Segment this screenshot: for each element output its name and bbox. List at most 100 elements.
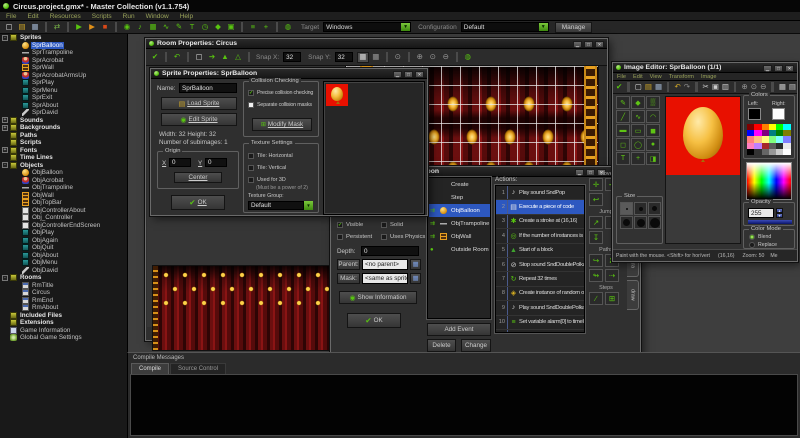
event-row[interactable]: ● Outside Room [428, 243, 490, 256]
tree-item[interactable]: + Sounds [0, 116, 127, 125]
sprite-thumbnail[interactable] [326, 84, 348, 106]
manage-button[interactable]: Manage [554, 21, 593, 33]
tree-item[interactable]: ObjDavid [0, 266, 127, 275]
stop-icon[interactable]: ■ [99, 22, 111, 33]
center-button[interactable]: Center [174, 172, 222, 183]
tile-vertical-checkbox[interactable]: Tile: Vertical [248, 165, 286, 171]
editor-toolbar-icon[interactable]: ⊙ [750, 82, 758, 93]
jump-random-icon[interactable]: ↧ [589, 231, 603, 244]
curve-icon[interactable]: ◠ [646, 110, 660, 123]
tree-item[interactable]: ObjAgain [0, 236, 127, 245]
action-row[interactable]: 1 ♪ Play sound SndPop [496, 186, 584, 201]
origin-y-field[interactable]: 0 [205, 158, 227, 167]
minimize-icon[interactable]: ▁ [393, 71, 402, 78]
editor-toolbar-icon[interactable]: ✂ [702, 82, 710, 93]
expand-toggle-icon[interactable] [2, 140, 8, 146]
expand-toggle-icon[interactable] [14, 252, 20, 258]
tree-item[interactable]: ObjWall [0, 191, 127, 200]
menu-item[interactable]: Edit [633, 74, 643, 80]
right-color-swatch[interactable] [772, 108, 785, 120]
room-toolbar-icon[interactable]: ↶ [171, 52, 183, 63]
configuration-dropdown[interactable]: Default ▼ [460, 22, 549, 32]
menu-item[interactable]: Run [123, 13, 135, 20]
create-background-icon[interactable]: ▦ [147, 22, 159, 33]
action-row[interactable]: 3 ✱ Create a stroke at (16,16) [496, 214, 584, 230]
expand-toggle-icon[interactable] [14, 222, 20, 228]
expand-toggle-icon[interactable] [14, 200, 20, 206]
filled-rectangle-icon[interactable]: ▬ [616, 124, 630, 137]
visible-checkbox[interactable]: ✓ Visible [337, 222, 363, 228]
create-script-icon[interactable]: ✎ [173, 22, 185, 33]
action-row[interactable]: 8 ◈ Create instance of random object [496, 286, 584, 302]
expand-toggle-icon[interactable]: + [2, 147, 8, 154]
edit-sprite-button[interactable]: ◉ Edit Sprite [161, 113, 237, 126]
expand-toggle-icon[interactable] [14, 215, 20, 221]
editor-toolbar-icon[interactable]: ✔ [615, 82, 623, 93]
action-row[interactable]: 6 ⊘ Stop sound SndDoublePolka [496, 257, 584, 273]
expand-toggle-icon[interactable] [2, 335, 8, 341]
minimize-icon[interactable]: ▁ [573, 41, 582, 48]
snap-x-field[interactable]: 32 [283, 52, 302, 62]
tree-item[interactable]: Circus [0, 289, 127, 297]
image-canvas[interactable] [665, 96, 741, 244]
editor-toolbar-icon[interactable]: ↶ [673, 82, 681, 93]
create-room-icon[interactable]: ▣ [225, 22, 237, 33]
tree-item[interactable]: ObjMenu [0, 259, 127, 267]
palette-color[interactable] [768, 148, 777, 155]
close-icon[interactable]: ✕ [785, 65, 794, 72]
room-background-preview[interactable] [152, 265, 340, 351]
editor-toolbar-icon[interactable]: ▢ [634, 82, 643, 93]
filled-box-icon[interactable]: ◼ [646, 124, 660, 137]
path-position-icon[interactable]: ↬ [589, 269, 603, 282]
expand-toggle-icon[interactable]: - [2, 162, 8, 169]
toolbar-separator[interactable] [67, 22, 69, 32]
tab-source-control[interactable]: Source Control [170, 363, 227, 374]
room-toolbar-icon[interactable]: ⊙ [392, 52, 404, 63]
expand-toggle-icon[interactable]: - [2, 274, 8, 281]
add-icon[interactable]: + [260, 22, 272, 33]
expand-toggle-icon[interactable] [14, 72, 20, 78]
filled-ellipse-icon[interactable]: ● [646, 138, 660, 151]
chevron-down-icon[interactable]: ▼ [538, 23, 548, 31]
room-toolbar-icon[interactable] [187, 52, 189, 62]
expand-toggle-icon[interactable] [14, 297, 20, 303]
expand-toggle-icon[interactable] [14, 192, 20, 198]
tree-item[interactable]: RmTitle [0, 281, 127, 290]
action-row[interactable]: 4 ◎ If the number of instances is a valu… [496, 229, 584, 244]
replace-radio[interactable]: Replace [749, 242, 777, 248]
tree-item[interactable]: ObjTopBar [0, 199, 127, 207]
editor-toolbar-icon[interactable]: ▣ [711, 82, 720, 93]
path-speed-icon[interactable]: ⇢ [605, 269, 619, 282]
create-path-icon[interactable]: ∿ [160, 22, 172, 33]
expand-toggle-icon[interactable] [14, 245, 20, 251]
expand-toggle-icon[interactable] [14, 57, 20, 63]
room-toolbar-icon[interactable]: △ [232, 52, 244, 63]
tree-item[interactable]: SprDavid [0, 109, 127, 117]
editor-toolbar-icon[interactable]: ⊕ [740, 82, 748, 93]
step-towards-icon[interactable]: ∕ [589, 292, 603, 305]
menu-item[interactable]: Edit [27, 13, 38, 20]
snap-y-field[interactable]: 32 [334, 52, 353, 62]
event-row[interactable]: Create [428, 178, 490, 191]
close-icon[interactable]: ✕ [415, 71, 424, 78]
spin-down-icon[interactable]: ▼ [776, 213, 783, 218]
toolbar-separator[interactable] [276, 22, 278, 32]
tree-item[interactable]: Game Information [0, 326, 127, 335]
brush-size-4[interactable] [620, 216, 633, 229]
expand-toggle-icon[interactable] [14, 267, 20, 273]
tree-item[interactable]: Time Lines [0, 154, 127, 162]
step-avoiding-icon[interactable]: ⊞ [605, 292, 619, 305]
menu-item[interactable]: File [6, 13, 16, 20]
expand-toggle-icon[interactable] [14, 80, 20, 86]
tree-item[interactable]: SprAcrobatArmsUp [0, 71, 127, 80]
tree-item[interactable]: SprTrampoline [0, 49, 127, 57]
expand-toggle-icon[interactable] [14, 305, 20, 311]
expand-toggle-icon[interactable]: + [2, 124, 8, 131]
tree-item[interactable]: Paths [0, 131, 127, 140]
menu-item[interactable]: Transform [669, 74, 694, 80]
editor-toolbar-icon[interactable]: ▥ [721, 82, 730, 93]
compile-console[interactable] [130, 374, 798, 436]
event-row[interactable]: ⇉ ObjWall [428, 230, 490, 243]
expand-toggle-icon[interactable] [14, 170, 20, 176]
editor-toolbar-icon[interactable]: ⊖ [759, 82, 767, 93]
